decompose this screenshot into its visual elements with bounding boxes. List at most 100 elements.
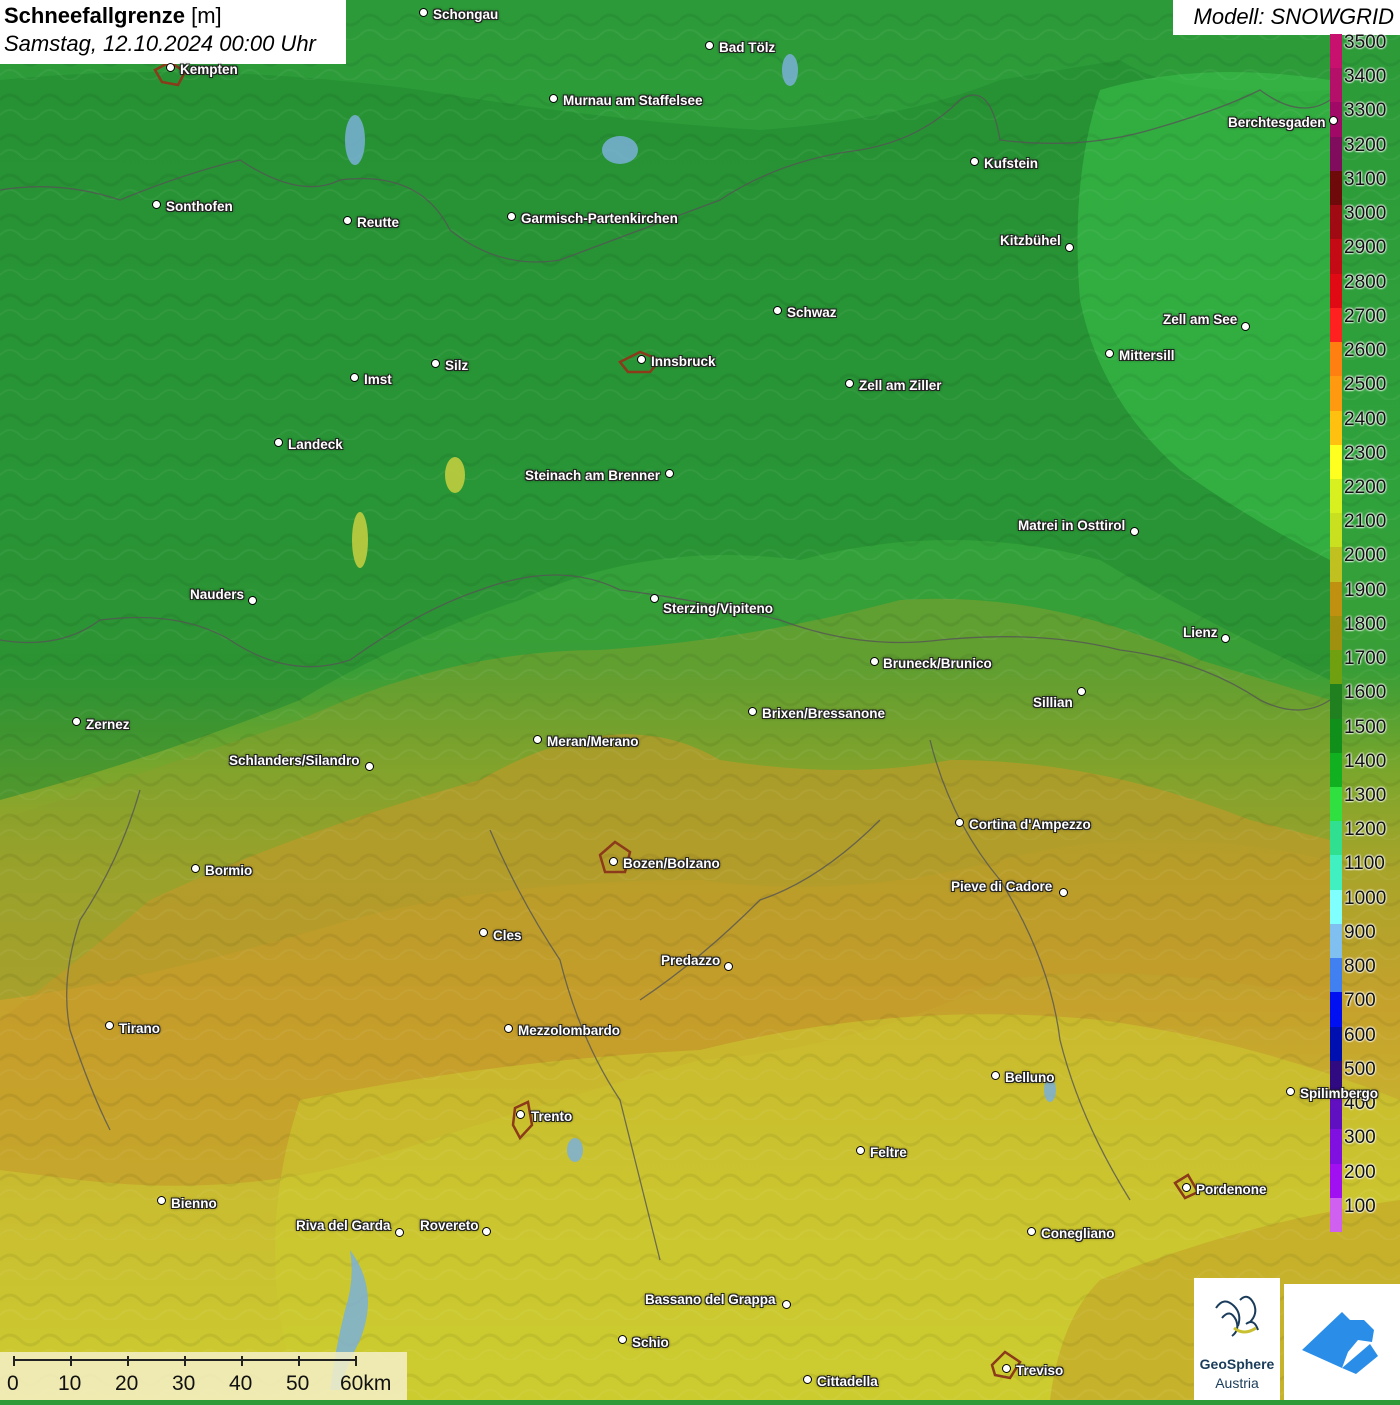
city-dot	[845, 379, 854, 388]
city-label: Rovereto	[420, 1218, 479, 1233]
city-dot	[970, 157, 979, 166]
city-label: Riva del Garda	[296, 1218, 391, 1233]
city-dot	[274, 438, 283, 447]
city-dot	[1182, 1183, 1191, 1192]
city-label: Spilimbergo	[1300, 1086, 1379, 1101]
city-dot	[803, 1375, 812, 1384]
legend-color-swatch	[1330, 718, 1342, 754]
legend-label: 100	[1344, 1195, 1376, 1217]
city-label: Sonthofen	[166, 199, 233, 214]
legend-label: 800	[1344, 956, 1376, 978]
city-label: Zell am Ziller	[859, 378, 942, 393]
legend-color-swatch	[1330, 1026, 1342, 1062]
geosphere-logo-icon	[1215, 1295, 1259, 1337]
city-label: Lienz	[1183, 625, 1218, 640]
map-title-box: Schneefallgrenze [m] Samstag, 12.10.2024…	[0, 0, 346, 64]
city-label: Brixen/Bressanone	[762, 706, 886, 721]
city-label: Cittadella	[817, 1374, 878, 1389]
legend-label: 2500	[1344, 374, 1387, 396]
logo-text-austria: Austria	[1215, 1375, 1259, 1391]
legend-color-swatch	[1330, 410, 1342, 446]
color-legend-bar	[1330, 34, 1342, 1233]
city-dot	[1130, 527, 1139, 536]
city-label: Bozen/Bolzano	[623, 856, 720, 871]
scale-label-50: 50	[286, 1372, 310, 1395]
city-dot	[365, 762, 374, 771]
city-label: Schwaz	[787, 305, 837, 320]
legend-color-swatch	[1330, 205, 1342, 240]
legend-label: 1500	[1344, 716, 1387, 738]
legend-label: 1000	[1344, 887, 1387, 909]
city-dot	[1027, 1227, 1036, 1236]
legend-label: 2800	[1344, 271, 1387, 293]
city-dot	[782, 1300, 791, 1309]
legend-color-swatch	[1330, 1163, 1342, 1199]
city-dot	[395, 1228, 404, 1237]
city-label: Innsbruck	[651, 354, 716, 369]
legend-label: 1200	[1344, 819, 1387, 841]
city-dot	[1077, 687, 1086, 696]
model-label: Modell: SNOWGRID	[1173, 0, 1400, 35]
city-dot	[533, 735, 542, 744]
city-dot	[618, 1335, 627, 1344]
legend-color-swatch	[1330, 273, 1342, 309]
city-dot	[1105, 349, 1114, 358]
legend-color-swatch	[1330, 650, 1342, 685]
city-label: Bad Tölz	[719, 40, 776, 55]
legend-label: 3200	[1344, 134, 1387, 156]
legend-color-swatch	[1330, 1129, 1342, 1165]
legend-label: 1400	[1344, 750, 1387, 772]
city-label: Cortina d'Ampezzo	[969, 817, 1091, 832]
legend-label: 500	[1344, 1058, 1376, 1080]
city-label: Pordenone	[1196, 1182, 1267, 1197]
scale-label-10: 10	[58, 1372, 82, 1395]
geosphere-logo[interactable]: GeoSphere Austria	[1194, 1278, 1280, 1400]
city-dot	[419, 8, 428, 17]
city-label: Silz	[445, 358, 469, 373]
legend-color-swatch	[1330, 34, 1342, 69]
city-dot	[482, 1227, 491, 1236]
legend-label: 200	[1344, 1161, 1376, 1183]
city-dot	[343, 216, 352, 225]
city-label: Bassano del Grappa	[645, 1292, 776, 1307]
legend-label: 1800	[1344, 613, 1387, 635]
city-dot	[479, 928, 488, 937]
city-dot	[191, 864, 200, 873]
map-title: Schneefallgrenze [m]	[4, 2, 342, 30]
city-dot	[724, 962, 733, 971]
city-dot	[1241, 322, 1250, 331]
legend-color-swatch	[1330, 478, 1342, 514]
city-label: Berchtesgaden	[1228, 115, 1326, 130]
legend-color-swatch	[1330, 787, 1342, 822]
city-label: Bormio	[205, 863, 253, 878]
legend-color-swatch	[1330, 547, 1342, 583]
legend-label: 2300	[1344, 442, 1387, 464]
city-label: Tirano	[119, 1021, 161, 1036]
legend-label: 3300	[1344, 100, 1387, 122]
legend-color-swatch	[1330, 307, 1342, 343]
legend-color-swatch	[1330, 68, 1342, 103]
legend-color-swatch	[1330, 444, 1342, 480]
city-label: Nauders	[190, 587, 245, 602]
city-label: Trento	[531, 1109, 573, 1124]
city-dot	[248, 596, 257, 605]
city-label: Cles	[493, 928, 522, 943]
city-dot	[507, 212, 516, 221]
legend-color-swatch	[1330, 752, 1342, 788]
city-dot	[1286, 1087, 1295, 1096]
city-dot	[856, 1146, 865, 1155]
city-label: Bruneck/Brunico	[883, 656, 992, 671]
legend-color-swatch	[1330, 581, 1342, 617]
legend-color-swatch	[1330, 684, 1342, 720]
legend-color-swatch	[1330, 855, 1342, 891]
legend-color-swatch	[1330, 136, 1342, 172]
city-label: Zell am See	[1163, 312, 1238, 327]
city-label: Sillian	[1033, 695, 1073, 710]
legend-color-swatch	[1330, 1197, 1342, 1233]
legend-label: 2700	[1344, 305, 1387, 327]
scale-label-0: 0	[7, 1372, 19, 1395]
city-label: Schlanders/Silandro	[229, 753, 360, 768]
app-logo[interactable]	[1284, 1284, 1400, 1400]
city-dot	[1221, 634, 1230, 643]
legend-label: 600	[1344, 1024, 1376, 1046]
